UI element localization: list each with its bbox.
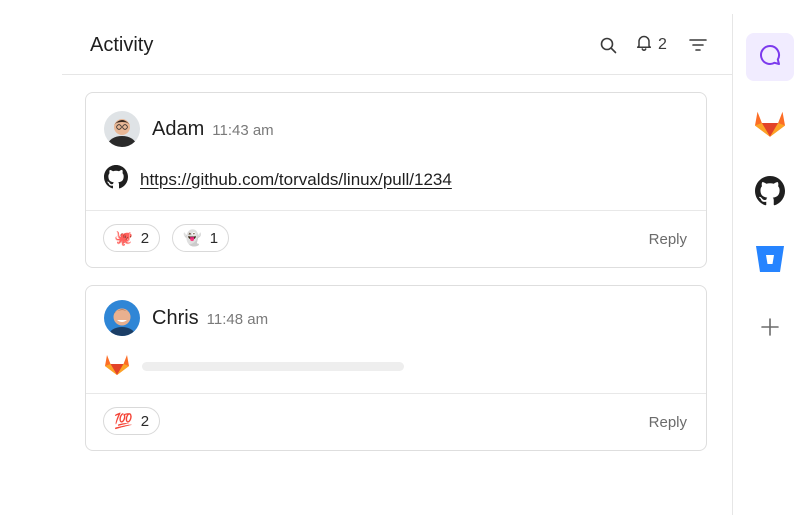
author-name: Adam xyxy=(152,117,205,140)
reply-button[interactable]: Reply xyxy=(649,231,687,248)
timestamp: 11:48 am xyxy=(206,310,269,328)
card-body: https://github.com/torvalds/linux/pull/1… xyxy=(104,165,452,194)
reaction-octopus[interactable]: 🐙 2 xyxy=(103,224,161,252)
plus-icon xyxy=(761,317,779,341)
sidebar-item-add[interactable] xyxy=(746,305,794,353)
avatar[interactable] xyxy=(104,111,140,147)
search-icon[interactable] xyxy=(599,36,617,54)
github-icon xyxy=(104,165,128,194)
reply-button[interactable]: Reply xyxy=(649,414,687,431)
reaction-count: 2 xyxy=(140,229,150,247)
github-icon xyxy=(755,175,785,211)
divider xyxy=(86,210,706,211)
loading-placeholder xyxy=(142,362,404,371)
page-title: Activity xyxy=(90,34,154,56)
notification-count: 2 xyxy=(658,36,667,53)
reactions: 🐙 2 👻 1 xyxy=(103,224,230,252)
sidebar-item-github[interactable] xyxy=(746,169,794,217)
avatar[interactable] xyxy=(104,300,140,336)
sidebar-item-bitbucket[interactable] xyxy=(746,237,794,285)
chat-bubble-icon xyxy=(758,43,782,72)
pull-request-link[interactable]: https://github.com/torvalds/linux/pull/1… xyxy=(140,170,452,190)
reaction-emoji: 👻 xyxy=(183,229,202,247)
bitbucket-icon xyxy=(755,245,785,278)
gitlab-icon xyxy=(104,352,130,381)
reaction-count: 1 xyxy=(209,229,219,247)
gitlab-icon xyxy=(753,108,787,143)
notifications-button[interactable]: 2 xyxy=(636,34,667,56)
activity-card: Adam 11:43 am https://github.com/torvald… xyxy=(85,92,707,268)
activity-panel: Activity 2 Adam 11:43 am https://github.… xyxy=(0,0,732,515)
activity-card: Chris 11:48 am 💯 2 Reply xyxy=(85,285,707,451)
author-name: Chris xyxy=(152,306,199,329)
filter-icon[interactable] xyxy=(689,36,707,54)
hundred-emoji: 💯 xyxy=(114,412,133,430)
reactions: 💯 2 xyxy=(103,407,161,435)
card-body xyxy=(104,352,404,381)
sidebar-item-gitlab[interactable] xyxy=(746,101,794,149)
card-header: Adam 11:43 am xyxy=(104,111,274,147)
divider xyxy=(86,393,706,394)
integrations-sidebar xyxy=(732,14,800,515)
activity-header: Activity 2 xyxy=(62,14,732,75)
bell-icon xyxy=(636,34,652,56)
reaction-second[interactable]: 👻 1 xyxy=(172,224,230,252)
reaction-100[interactable]: 💯 2 xyxy=(103,407,161,435)
card-header: Chris 11:48 am xyxy=(104,300,268,336)
sidebar-item-activity[interactable] xyxy=(746,33,794,81)
octopus-emoji: 🐙 xyxy=(114,229,133,247)
timestamp: 11:43 am xyxy=(212,121,274,139)
reaction-count: 2 xyxy=(140,412,150,430)
